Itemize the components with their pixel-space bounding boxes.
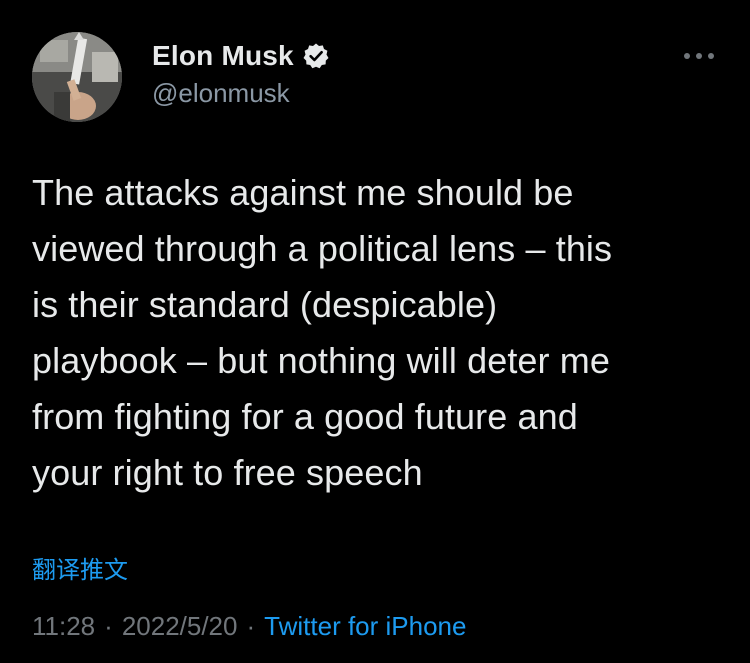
tweet-source-link[interactable]: Twitter for iPhone — [264, 611, 466, 641]
tweet-text: The attacks against me should be viewed … — [32, 172, 613, 493]
meta-separator: · — [104, 611, 113, 641]
avatar[interactable] — [32, 32, 122, 122]
tweet-time[interactable]: 11:28 — [32, 611, 95, 641]
verified-badge-icon — [302, 42, 330, 70]
more-options-icon[interactable] — [682, 46, 716, 66]
display-name-row: Elon Musk — [152, 38, 330, 74]
handle[interactable]: @elonmusk — [152, 78, 330, 109]
meta-separator: · — [246, 611, 256, 641]
translate-tweet-link[interactable]: 翻译推文 — [32, 550, 128, 585]
tweet-meta: 11:28 · 2022/5/20 · Twitter for iPhone — [32, 611, 466, 642]
tweet-header: Elon Musk @elonmusk — [32, 32, 718, 124]
author-names: Elon Musk @elonmusk — [152, 38, 330, 109]
display-name[interactable]: Elon Musk — [152, 40, 294, 72]
tweet-date[interactable]: 2022/5/20 — [122, 611, 238, 641]
tweet-card: Elon Musk @elonmusk The attacks against … — [0, 0, 750, 663]
profile-photo-image — [32, 32, 122, 122]
